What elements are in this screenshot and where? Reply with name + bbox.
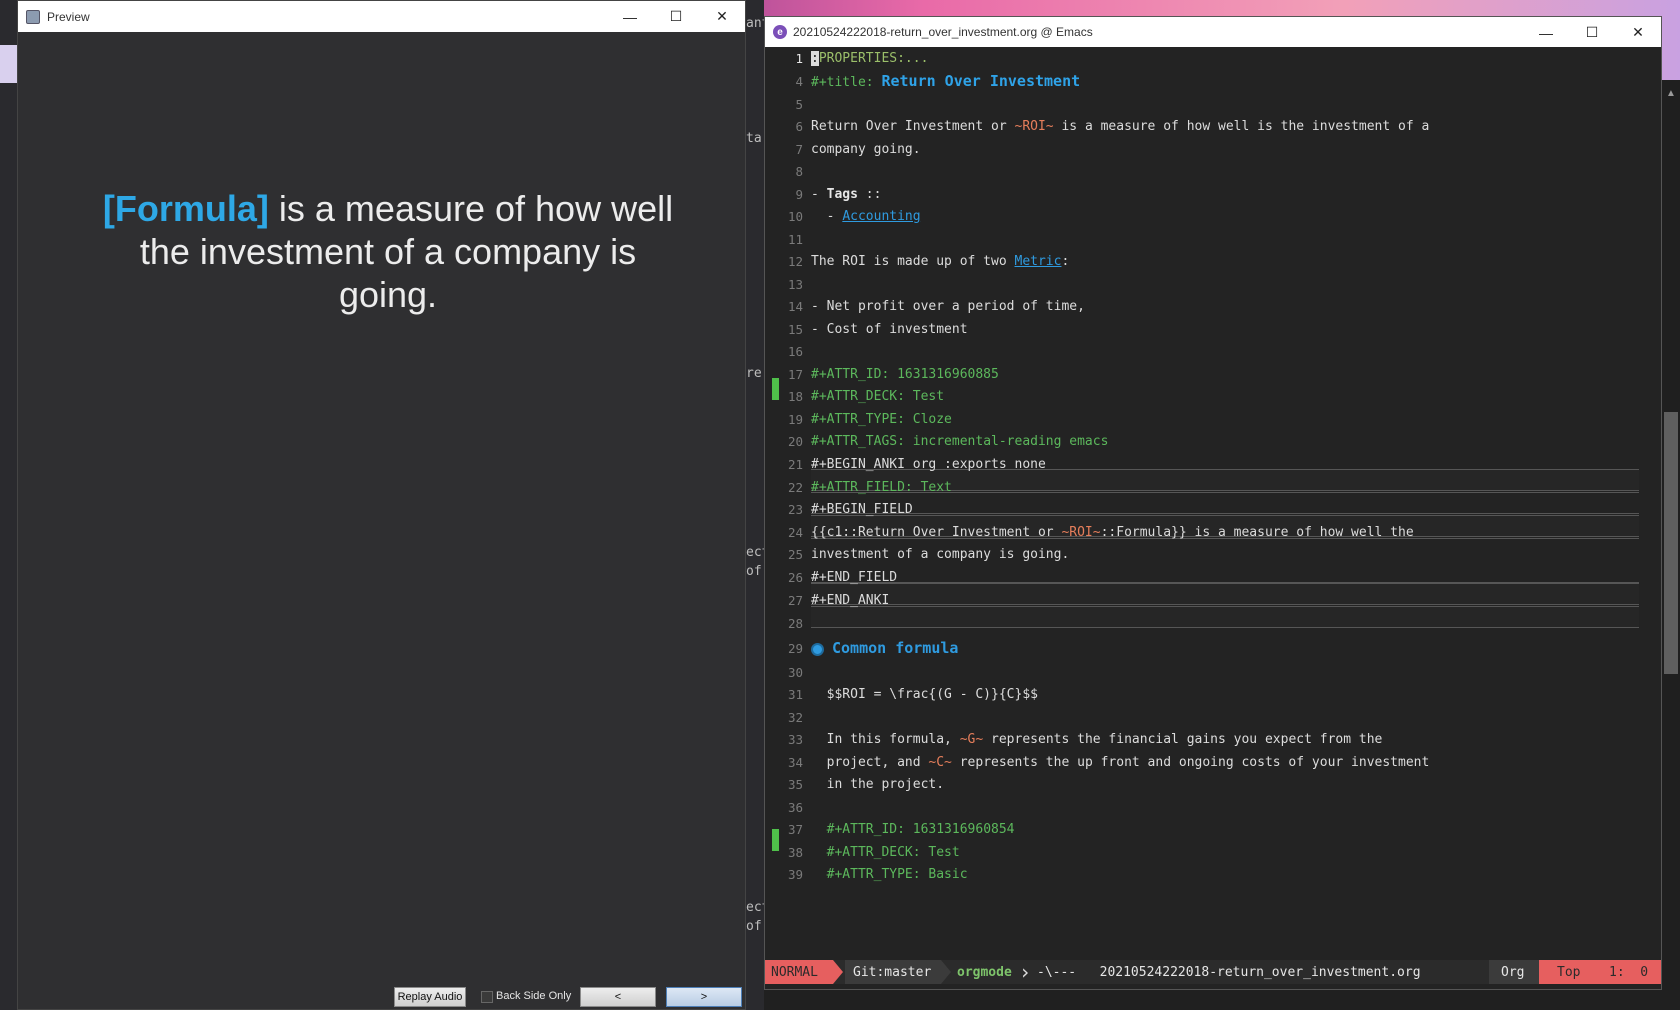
buffer-line[interactable]: 35 in the project. xyxy=(765,773,1647,795)
buffer-line[interactable]: 9- Tags :: xyxy=(765,183,1647,205)
buffer-line[interactable]: 22 #+ATTR_FIELD: Text xyxy=(765,476,1647,498)
background-scrollbar[interactable]: ▲ xyxy=(1662,80,1680,1010)
buffer-line[interactable]: 30 xyxy=(765,661,1647,683)
buffer-line[interactable]: 4 #+title: Return Over Investment xyxy=(765,70,1647,92)
close-icon[interactable]: ✕ xyxy=(699,1,745,32)
mode-line: NORMAL Git:master orgmode › -\--- 202105… xyxy=(765,960,1661,984)
buffer-line[interactable]: 20 #+ATTR_TAGS: incremental-reading emacs xyxy=(765,430,1647,452)
desktop-left-edge xyxy=(0,0,17,1010)
window-title: Preview xyxy=(47,9,90,24)
buffer-line[interactable]: 13 xyxy=(765,273,1647,295)
preview-bottom-bar: Replay Audio Back Side Only < > xyxy=(18,985,745,1009)
bullet-icon xyxy=(811,643,824,656)
metric-link[interactable]: Metric xyxy=(1015,254,1062,269)
buffer-line[interactable]: 11 xyxy=(765,228,1647,250)
mode-name: Org xyxy=(1489,960,1539,984)
buffer-line[interactable]: 18 #+ATTR_DECK: Test xyxy=(765,385,1647,407)
close-icon[interactable]: ✕ xyxy=(1615,17,1661,48)
buffer-line[interactable]: 8 xyxy=(765,160,1647,182)
buffer-line[interactable]: 21 #+BEGIN_ANKI org :exports none xyxy=(765,453,1647,475)
preview-window: Preview — ☐ ✕ [Formula] is a measure of … xyxy=(17,0,746,1010)
powerline-separator xyxy=(833,960,843,984)
maximize-icon[interactable]: ☐ xyxy=(1569,17,1615,48)
buffer-line[interactable]: 36 xyxy=(765,796,1647,818)
buffer-line[interactable]: 5 xyxy=(765,93,1647,115)
buffer-line[interactable]: 15- Cost of investment xyxy=(765,318,1647,340)
buffer-line[interactable]: 19 #+ATTR_TYPE: Cloze xyxy=(765,408,1647,430)
buffer-line[interactable]: 17 #+ATTR_ID: 1631316960885 xyxy=(765,363,1647,385)
maximize-icon[interactable]: ☐ xyxy=(653,1,699,32)
back-side-only-checkbox[interactable] xyxy=(481,991,493,1003)
emacs-window: e 20210524222018-return_over_investment.… xyxy=(764,16,1662,990)
editor-buffer[interactable]: 1:PROPERTIES:... 4 #+title: Return Over I… xyxy=(765,47,1647,958)
buffer-line[interactable]: 37 #+ATTR_ID: 1631316960854 xyxy=(765,818,1647,840)
buffer-line[interactable]: 12 The ROI is made up of two Metric: xyxy=(765,250,1647,272)
buffer-line[interactable]: 10 - Accounting xyxy=(765,205,1647,227)
prev-card-button[interactable]: < xyxy=(580,987,656,1007)
scrollbar-thumb[interactable] xyxy=(1664,412,1678,674)
scroll-up-icon[interactable]: ▲ xyxy=(1666,88,1676,99)
buffer-line[interactable]: 31 $$ROI = \frac{(G - C)}{C}$$ xyxy=(765,683,1647,705)
buffer-line[interactable]: 32 xyxy=(765,706,1647,728)
buffer-line[interactable]: 38 #+ATTR_DECK: Test xyxy=(765,841,1647,863)
card-content: [Formula] is a measure of how well the i… xyxy=(88,187,688,316)
line-column: 1: 0 xyxy=(1609,964,1649,980)
git-branch[interactable]: Git:master xyxy=(845,960,941,984)
buffer-line[interactable]: 33 In this formula, ~G~ represents the f… xyxy=(765,728,1647,750)
evil-state: NORMAL xyxy=(765,960,833,984)
buffer-line[interactable]: 27 #+END_ANKI xyxy=(765,589,1647,611)
anki-icon xyxy=(26,9,40,24)
buffer-line[interactable]: 26 #+END_FIELD xyxy=(765,566,1647,588)
major-mode[interactable]: orgmode xyxy=(957,960,1012,984)
background-window-fragment: ant ta re ect of ect of xyxy=(746,0,769,1010)
cloze-answer: [Formula] xyxy=(102,188,269,229)
minimize-icon[interactable]: — xyxy=(1523,17,1569,48)
emacs-icon: e xyxy=(773,25,787,39)
window-controls: — ☐ ✕ xyxy=(607,1,745,32)
buffer-line[interactable]: 34 project, and ~C~ represents the up fr… xyxy=(765,751,1647,773)
buffer-line[interactable]: 29 Common formula xyxy=(765,637,1647,659)
window-title: 20210524222018-return_over_investment.or… xyxy=(793,25,1093,39)
buffer-filename: -\--- 20210524222018-return_over_investm… xyxy=(1037,964,1421,980)
buffer-line[interactable]: 7 company going. xyxy=(765,138,1647,160)
buffer-line[interactable]: 25 investment of a company is going. xyxy=(765,543,1647,565)
back-side-only-label: Back Side Only xyxy=(496,990,572,1002)
next-card-button[interactable]: > xyxy=(666,987,742,1007)
buffer-line[interactable]: 6 Return Over Investment or ~ROI~ is a me… xyxy=(765,115,1647,137)
chevron-right-icon: › xyxy=(1019,960,1032,984)
buffer-line[interactable]: 28 xyxy=(765,612,1647,634)
background-bottom xyxy=(764,990,1680,1010)
buffer-line[interactable]: 23 #+BEGIN_FIELD xyxy=(765,498,1647,520)
window-controls: — ☐ ✕ xyxy=(1523,17,1661,48)
buffer-line[interactable]: 1:PROPERTIES:... xyxy=(765,47,1647,69)
buffer-line[interactable]: 24 {{c1::Return Over Investment or ~ROI~:… xyxy=(765,521,1647,543)
replay-audio-button[interactable]: Replay Audio xyxy=(394,987,466,1007)
section-heading: Common formula xyxy=(832,639,959,657)
powerline-separator xyxy=(941,960,951,984)
buffer-line[interactable]: 39 #+ATTR_TYPE: Basic xyxy=(765,863,1647,885)
text-cursor: : xyxy=(811,50,819,66)
buffer-line[interactable]: 14- Net profit over a period of time, xyxy=(765,295,1647,317)
accounting-link[interactable]: Accounting xyxy=(842,209,920,224)
buffer-line[interactable]: 16 xyxy=(765,340,1647,362)
document-title: Return Over Investment xyxy=(881,72,1081,90)
minimize-icon[interactable]: — xyxy=(607,1,653,32)
